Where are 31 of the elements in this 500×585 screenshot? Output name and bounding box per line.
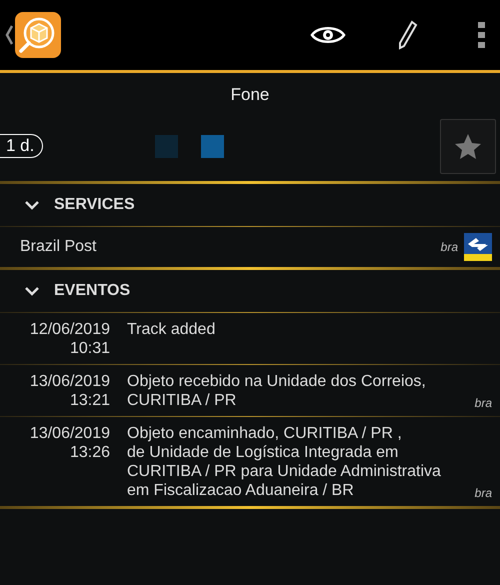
app-logo-icon[interactable] <box>15 12 61 58</box>
favorite-button[interactable] <box>440 118 496 174</box>
chevron-icon[interactable] <box>24 286 40 296</box>
event-date: 12/06/2019 <box>30 320 110 339</box>
age-badge: 1 d. <box>0 134 44 158</box>
country-code: bra <box>440 240 458 254</box>
event-description: CURITIBA / PR para Unidade Administrativa <box>127 462 442 481</box>
event-source: bra <box>474 396 492 410</box>
back-icon[interactable] <box>4 24 14 46</box>
event-date: 13/06/2019 <box>30 424 110 443</box>
post-logo-icon <box>464 233 492 261</box>
section-header: SERVICES <box>54 196 135 214</box>
service-name: Brazil Post <box>20 238 98 256</box>
event-source: bra <box>474 486 492 500</box>
event-time: 13:21 <box>70 391 110 410</box>
item-title: Fone <box>230 84 270 106</box>
event-description: Track added <box>127 320 216 339</box>
star-icon <box>454 132 482 160</box>
event-time: 13:26 <box>70 443 110 462</box>
event-description: CURITIBA / PR <box>127 391 238 410</box>
menu-icon[interactable] <box>478 21 486 49</box>
section-header: EVENTOS <box>54 282 130 300</box>
chevron-icon[interactable] <box>24 200 40 210</box>
page-indicator[interactable] <box>201 134 224 158</box>
event-description: em Fiscalizacao Aduaneira / BR <box>127 481 355 500</box>
event-description: de Unidade de Logística Integrada em <box>127 443 400 462</box>
event-description: Objeto recebido na Unidade dos Correios, <box>127 372 427 391</box>
event-date: 13/06/2019 <box>30 372 110 391</box>
event-description: Objeto encaminhado, CURITIBA / PR , <box>127 424 403 443</box>
event-time: 10:31 <box>70 339 110 358</box>
pencil-icon[interactable] <box>396 20 418 50</box>
